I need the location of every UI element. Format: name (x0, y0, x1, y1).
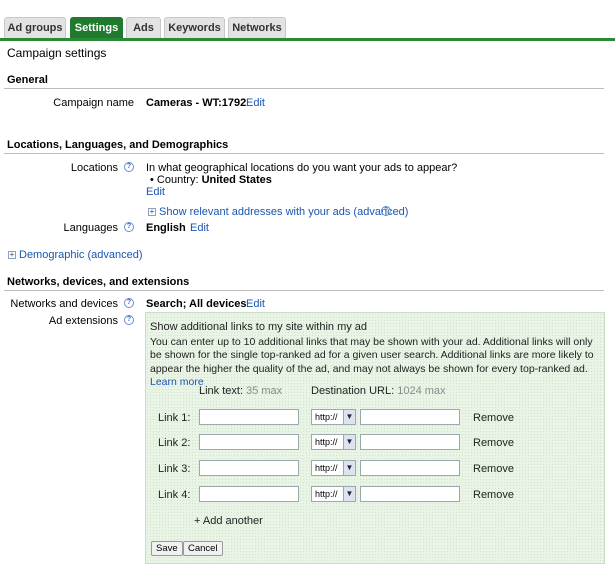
description-text: You can enter up to 10 additional links … (150, 336, 594, 375)
link-text-input[interactable] (199, 460, 299, 476)
link-text-header-label: Link text: (199, 385, 244, 397)
protocol-select[interactable]: http:// ▼ (311, 486, 356, 502)
destination-url-input[interactable] (360, 434, 460, 450)
remove-link[interactable]: Remove (473, 489, 514, 501)
chevron-down-icon: ▼ (343, 487, 355, 501)
chevron-down-icon: ▼ (343, 410, 355, 424)
cancel-button[interactable]: Cancel (183, 541, 223, 556)
remove-link[interactable]: Remove (473, 463, 514, 475)
destination-url-input[interactable] (360, 486, 460, 502)
dest-url-max: 1024 max (397, 385, 446, 397)
divider (4, 88, 604, 89)
link-row-label: Link 2: (158, 437, 191, 449)
networks-devices-label: Networks and devices (10, 298, 118, 310)
locations-section-heading: Locations, Languages, and Demographics (7, 139, 229, 151)
remove-link[interactable]: Remove (473, 437, 514, 449)
link-text-input[interactable] (199, 409, 299, 425)
show-addresses-label: Show relevant addresses with your ads (a… (159, 206, 409, 218)
chevron-down-icon: ▼ (343, 461, 355, 475)
expand-icon: + (148, 207, 156, 217)
page-title: Campaign settings (7, 46, 107, 60)
divider (4, 290, 604, 291)
chevron-down-icon: ▼ (343, 435, 355, 449)
link-row-label: Link 1: (158, 412, 191, 424)
country-value: United States (201, 174, 272, 186)
protocol-value: http:// (315, 463, 338, 473)
protocol-select[interactable]: http:// ▼ (311, 434, 356, 450)
protocol-value: http:// (315, 437, 338, 447)
country-item: • Country: United States (150, 174, 272, 186)
link-text-max: 35 max (246, 385, 283, 397)
help-icon[interactable]: ? (381, 206, 391, 216)
tab-ad-groups[interactable]: Ad groups (4, 17, 66, 39)
panel-description: You can enter up to 10 additional links … (150, 336, 600, 389)
locations-edit-link[interactable]: Edit (146, 186, 165, 198)
tab-settings[interactable]: Settings (70, 17, 123, 39)
link-text-input[interactable] (199, 434, 299, 450)
general-heading: General (7, 74, 48, 86)
protocol-select[interactable]: http:// ▼ (311, 409, 356, 425)
help-icon[interactable]: ? (124, 315, 134, 325)
campaign-name-edit-link[interactable]: Edit (246, 97, 265, 109)
protocol-value: http:// (315, 412, 338, 422)
help-icon[interactable]: ? (124, 162, 134, 172)
tab-underline (0, 38, 615, 41)
learn-more-link[interactable]: Learn more (150, 376, 204, 388)
dest-url-header-label: Destination URL: (311, 385, 395, 397)
demographic-label: Demographic (advanced) (19, 249, 143, 261)
networks-section-heading: Networks, devices, and extensions (7, 276, 190, 288)
expand-icon: + (8, 250, 16, 260)
locations-label: Locations (70, 162, 118, 174)
languages-value: English (146, 222, 186, 234)
tab-networks[interactable]: Networks (228, 17, 286, 39)
ad-extensions-panel: Show additional links to my site within … (145, 312, 605, 564)
dest-url-header: Destination URL: 1024 max (311, 385, 446, 397)
protocol-select[interactable]: http:// ▼ (311, 460, 356, 476)
tab-ads[interactable]: Ads (126, 17, 161, 39)
panel-title: Show additional links to my site within … (150, 321, 368, 333)
destination-url-input[interactable] (360, 460, 460, 476)
languages-label: Languages (63, 222, 118, 234)
tab-keywords[interactable]: Keywords (164, 17, 225, 39)
link-row-label: Link 4: (158, 489, 191, 501)
locations-question: In what geographical locations do you wa… (146, 162, 458, 174)
networks-devices-value: Search; All devices (146, 298, 247, 310)
campaign-name-value: Cameras - WT:1792 (146, 97, 247, 109)
campaign-name-label: Campaign name (53, 97, 134, 109)
networks-edit-link[interactable]: Edit (246, 298, 265, 310)
link-row-label: Link 3: (158, 463, 191, 475)
add-another-link[interactable]: + Add another (194, 515, 263, 527)
divider (4, 153, 604, 154)
demographic-toggle[interactable]: + Demographic (advanced) (8, 249, 143, 261)
link-text-header: Link text: 35 max (199, 385, 282, 397)
save-button[interactable]: Save (151, 541, 183, 556)
help-icon[interactable]: ? (124, 298, 134, 308)
show-addresses-toggle[interactable]: + Show relevant addresses with your ads (… (148, 206, 408, 218)
country-prefix: Country: (156, 174, 199, 186)
ad-extensions-label: Ad extensions (48, 315, 118, 327)
link-text-input[interactable] (199, 486, 299, 502)
remove-link[interactable]: Remove (473, 412, 514, 424)
bullet-icon: • (150, 174, 154, 186)
destination-url-input[interactable] (360, 409, 460, 425)
languages-edit-link[interactable]: Edit (190, 222, 209, 234)
protocol-value: http:// (315, 489, 338, 499)
help-icon[interactable]: ? (124, 222, 134, 232)
